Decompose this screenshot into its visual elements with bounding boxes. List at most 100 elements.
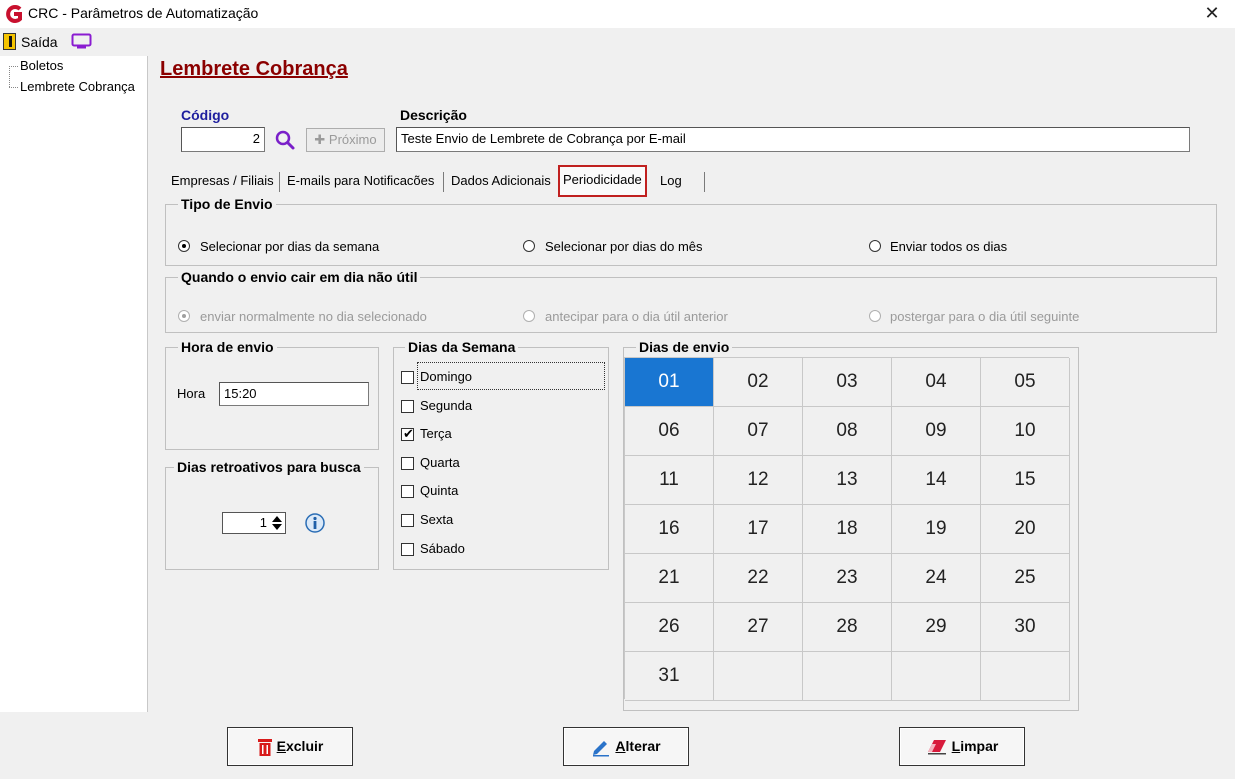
tab-dados-adicionais[interactable]: Dados Adicionais: [448, 169, 554, 194]
edit-button-label: lterar: [625, 738, 661, 754]
radio-every-day-label: Enviar todos os dias: [890, 239, 1008, 254]
day-cell[interactable]: 31: [625, 652, 714, 701]
day-cell[interactable]: 22: [714, 554, 803, 603]
day-cell[interactable]: 09: [892, 407, 981, 456]
window-title: CRC - Parâmetros de Automatização: [28, 5, 259, 21]
day-cell[interactable]: 01: [625, 358, 714, 407]
day-cell[interactable]: 23: [803, 554, 892, 603]
send-type-group: Tipo de Envio Selecionar por dias da sem…: [165, 196, 1217, 266]
weekdays-title: Dias da Semana: [405, 339, 519, 355]
send-time-group: Hora de envio Hora 15:20: [165, 339, 379, 450]
checkbox-sexta-label: Sexta: [420, 512, 454, 527]
day-cell[interactable]: 04: [892, 358, 981, 407]
day-cell[interactable]: 25: [981, 554, 1070, 603]
pencil-icon: [593, 741, 610, 757]
checkbox-domingo[interactable]: [401, 371, 414, 384]
day-cell[interactable]: 08: [803, 407, 892, 456]
tree-item-boletos[interactable]: Boletos: [20, 58, 63, 73]
search-icon[interactable]: [274, 129, 296, 151]
day-cell[interactable]: 13: [803, 456, 892, 505]
radio-monthdays[interactable]: [523, 240, 535, 252]
checkbox-quarta[interactable]: [401, 457, 414, 470]
day-cell[interactable]: 15: [981, 456, 1070, 505]
tab-periodicidade[interactable]: Periodicidade: [558, 165, 647, 197]
day-cell[interactable]: 02: [714, 358, 803, 407]
exit-button[interactable]: Saída: [21, 34, 58, 50]
day-cell[interactable]: 28: [803, 603, 892, 652]
day-cell[interactable]: 12: [714, 456, 803, 505]
tab-log[interactable]: Log: [657, 169, 685, 194]
checkbox-terca[interactable]: ✔: [401, 426, 414, 441]
trash-icon: [257, 739, 272, 757]
retro-days-value: 1: [259, 515, 267, 530]
radio-send-normally[interactable]: [178, 310, 190, 322]
day-cell[interactable]: 05: [981, 358, 1070, 407]
day-cell[interactable]: 19: [892, 505, 981, 554]
send-time-title: Hora de envio: [178, 339, 277, 355]
tree-item-lembrete-cobranca[interactable]: Lembrete Cobrança: [20, 79, 135, 94]
edit-button-mnemonic: A: [615, 738, 626, 754]
radio-every-day[interactable]: [869, 240, 881, 252]
day-cell[interactable]: 27: [714, 603, 803, 652]
day-cell[interactable]: 30: [981, 603, 1070, 652]
tab-emails-notificacoes[interactable]: E-mails para Notificacões: [284, 169, 437, 194]
day-cell[interactable]: 07: [714, 407, 803, 456]
day-cell[interactable]: 29: [892, 603, 981, 652]
delete-button-mnemonic: E: [276, 738, 286, 754]
tab-empresas-filiais[interactable]: Empresas / Filiais: [168, 169, 277, 194]
day-cell[interactable]: 11: [625, 456, 714, 505]
radio-anticipate[interactable]: [523, 310, 535, 322]
description-label: Descrição: [400, 107, 467, 123]
day-cell[interactable]: 21: [625, 554, 714, 603]
code-input[interactable]: 2: [181, 127, 265, 152]
day-cell[interactable]: 24: [892, 554, 981, 603]
tree-connector: [9, 66, 10, 87]
retro-days-spinner[interactable]: 1: [222, 512, 286, 534]
day-cell[interactable]: 18: [803, 505, 892, 554]
radio-weekdays[interactable]: [178, 240, 190, 252]
info-icon[interactable]: [304, 512, 326, 534]
title-bar: CRC - Parâmetros de Automatização ✕: [0, 0, 1235, 28]
day-cell[interactable]: 26: [625, 603, 714, 652]
tab-separator: [443, 172, 444, 192]
retro-days-title: Dias retroativos para busca: [174, 459, 364, 475]
non-business-day-group: Quando o envio cair em dia não útil envi…: [165, 269, 1217, 333]
checkbox-sexta[interactable]: [401, 514, 414, 527]
checkbox-quinta-label: Quinta: [420, 483, 459, 498]
day-cell[interactable]: 10: [981, 407, 1070, 456]
checkbox-segunda-label: Segunda: [420, 398, 473, 413]
day-cell[interactable]: 16: [625, 505, 714, 554]
next-button[interactable]: ✚ Próximo: [306, 128, 385, 152]
delete-button-label: xcluir: [285, 738, 324, 754]
day-cell[interactable]: 03: [803, 358, 892, 407]
check-mark-icon: ✔: [403, 426, 414, 441]
time-input[interactable]: 15:20: [219, 382, 369, 406]
day-cell[interactable]: 20: [981, 505, 1070, 554]
app-logo-icon: [6, 5, 22, 23]
checkbox-domingo-label: Domingo: [420, 369, 473, 384]
tree-connector: [9, 87, 18, 88]
radio-anticipate-label: antecipar para o dia útil anterior: [545, 309, 728, 324]
day-cell[interactable]: 14: [892, 456, 981, 505]
close-button[interactable]: ✕: [1189, 0, 1235, 28]
radio-postpone[interactable]: [869, 310, 881, 322]
clear-button-label: impar: [960, 738, 999, 754]
spin-arrows-icon[interactable]: [270, 514, 284, 532]
empty-day-cell: [714, 652, 803, 701]
day-cell[interactable]: 06: [625, 407, 714, 456]
day-cell[interactable]: 17: [714, 505, 803, 554]
form-title: Lembrete Cobrança: [160, 58, 348, 80]
code-label: Código: [181, 107, 230, 123]
checkbox-segunda[interactable]: [401, 400, 414, 413]
edit-button[interactable]: Alterar: [563, 727, 689, 766]
monitor-icon[interactable]: [71, 33, 92, 49]
description-input[interactable]: Teste Envio de Lembrete de Cobrança por …: [396, 127, 1190, 152]
checkbox-quinta[interactable]: [401, 485, 414, 498]
days-grid: 01 02 03 04 05 06 07 08 09 10 11 12 13 14 15 16 17 18 19 20…: [624, 357, 1070, 701]
delete-button[interactable]: Excluir: [227, 727, 353, 766]
time-label: Hora: [177, 386, 206, 401]
checkbox-sabado[interactable]: [401, 543, 414, 556]
clear-button[interactable]: Limpar: [899, 727, 1025, 766]
exit-door-icon[interactable]: [3, 33, 16, 50]
radio-monthdays-label: Selecionar por dias do mês: [545, 239, 703, 254]
